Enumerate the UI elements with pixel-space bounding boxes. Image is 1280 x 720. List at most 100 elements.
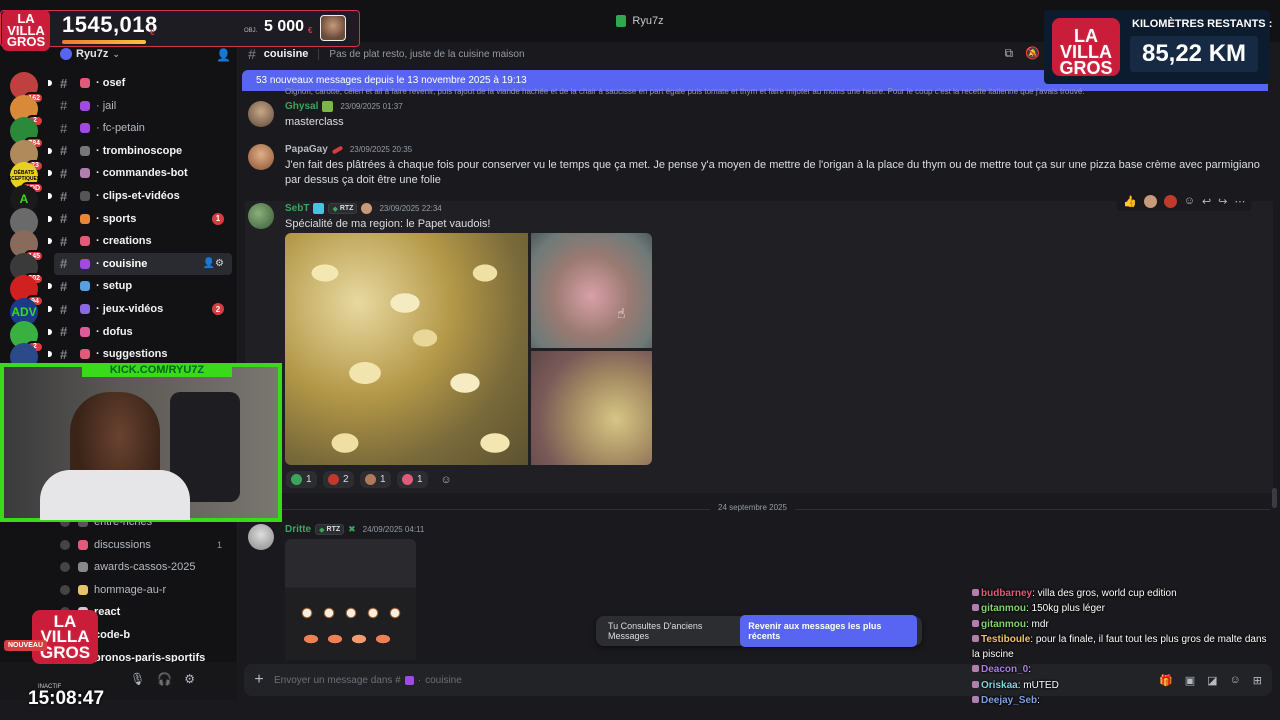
chat-text: : 150kg plus léger [1026, 603, 1105, 615]
hash-icon: # [60, 301, 68, 317]
channel-jail[interactable]: # · jail [54, 95, 232, 117]
chat-badge-icon [972, 619, 979, 627]
microphone-icon[interactable]: 🎙 [130, 672, 145, 686]
hash-icon: # [60, 120, 68, 136]
channel-hommage-au-r[interactable]: hommage-au-r [54, 579, 232, 601]
reaction-pill[interactable]: 2 [323, 471, 354, 488]
username[interactable]: SebT [285, 203, 309, 214]
channel-label: · jeux-vidéos [96, 303, 164, 315]
message-header: Dritte ◆ RTZ ✖ 24/09/2025 04:11 [285, 524, 424, 535]
username[interactable]: Dritte [285, 524, 311, 535]
villa-gros-logo: LA VILLA GROS [1052, 18, 1120, 77]
avatar[interactable] [248, 101, 274, 127]
avatar[interactable] [248, 203, 274, 229]
channel-couisine[interactable]: # · couisine 👤⚙ [54, 252, 232, 275]
headphones-icon[interactable]: 🎧 [157, 672, 172, 686]
goal-label: OBJ. [244, 28, 258, 34]
channel-creations[interactable]: # · creations [48, 230, 232, 252]
forward-icon[interactable]: ↪ [1218, 195, 1227, 208]
invite-icon[interactable]: 👤 [216, 48, 231, 62]
channel-label: hommage-au-r [94, 583, 167, 596]
chat-text: : villa des gros, world cup edition [1032, 588, 1177, 599]
add-reaction-icon[interactable]: ☺ [436, 471, 456, 488]
channel-sports[interactable]: # · sports 1 [48, 208, 232, 230]
streamer-avatar [320, 15, 346, 41]
avatar[interactable] [248, 524, 274, 550]
avatar[interactable] [248, 144, 274, 170]
channel-emoji-icon [404, 675, 414, 685]
hash-icon: # [60, 188, 68, 204]
channel-emoji-icon [80, 123, 90, 134]
threads-icon[interactable]: ⧉ [1004, 46, 1013, 61]
timestamp: 23/09/2025 01:37 [340, 102, 403, 111]
header-toolbar: ⧉ 🔕 [1004, 46, 1040, 61]
channel-osef[interactable]: # · osef [48, 72, 232, 94]
channel-suggestions[interactable]: # · suggestions [48, 343, 232, 365]
channel-label: · jail [96, 99, 117, 112]
channel-title: couisine [263, 48, 309, 60]
channel-emoji-icon [80, 258, 90, 269]
channel-fc-petain[interactable]: # · fc-petain [54, 117, 232, 139]
chat-username: gitanmou [981, 618, 1026, 630]
channel-emoji-icon [80, 281, 90, 292]
chat-text: : mdr [1026, 618, 1049, 630]
app-root: Ryu7z 162278423DÉBATS SCEPTIQUESADDA1456… [0, 0, 1280, 720]
channel-setup[interactable]: # · setup [48, 275, 232, 297]
username[interactable]: Ghysal [285, 101, 318, 112]
channel-emoji-icon [80, 213, 90, 224]
message-header: PapaGay 23/09/2025 20:35 [285, 144, 412, 155]
old-messages-toast: Tu Consultes D'anciens Messages Revenir … [596, 615, 922, 647]
timestamp: 23/09/2025 22:34 [379, 204, 442, 213]
thumbs-up-icon[interactable]: 👍 [1123, 195, 1137, 208]
user-badge-icon [361, 203, 373, 214]
add-reaction-icon[interactable]: ☺ [1184, 195, 1195, 207]
channel-discussions[interactable]: discussions 1 [54, 534, 232, 556]
server-header[interactable]: Ryu7z ⌄ [60, 48, 120, 60]
username[interactable]: PapaGay [285, 144, 328, 155]
scrollbar[interactable] [1272, 488, 1277, 508]
channel-emoji-icon [78, 562, 88, 573]
goal-currency: € [308, 26, 313, 35]
server-rail: 162278423DÉBATS SCEPTIQUESADDA14560294AD… [0, 42, 48, 662]
channel-jeux-vidéos[interactable]: # · jeux-vidéos 2 [48, 298, 232, 320]
chat-line: gitanmou: mdr [972, 617, 1272, 632]
server-tag: ◆ RTZ [315, 524, 345, 535]
mute-icon[interactable]: 🔕 [1025, 46, 1040, 61]
reaction-pill[interactable]: 1 [397, 471, 428, 488]
channel-awards-cassos-2025[interactable]: awards-cassos-2025 [54, 556, 232, 578]
jump-to-present-button[interactable]: Revenir aux messages les plus récents [740, 615, 917, 647]
channel-clips-et-vidéos[interactable]: # · clips-et-vidéos [48, 185, 232, 207]
attachment-image-2[interactable] [531, 233, 652, 348]
chat-line: Oriskaa: mUTED [972, 678, 1272, 693]
hash-icon: # [60, 233, 68, 249]
server-tag: ◆ RTZ [328, 203, 358, 214]
hash-icon: # [60, 143, 68, 159]
cursor-icon: ☝ [617, 305, 626, 321]
reaction-count: 1 [306, 474, 312, 485]
quick-reaction-icon[interactable] [1163, 194, 1177, 208]
chat-badge-icon [972, 680, 979, 688]
message-header: Ghysal 23/09/2025 01:37 [285, 101, 403, 112]
reaction-pill[interactable]: 1 [360, 471, 391, 488]
channel-dofus[interactable]: # · dofus [48, 321, 232, 343]
channel-settings-icon[interactable]: 👤⚙ [203, 258, 224, 269]
message-text: Spécialité de ma region: le Papet vaudoi… [285, 218, 491, 230]
more-icon[interactable]: ⋯ [1234, 195, 1245, 208]
attachment-image-papet[interactable] [285, 233, 528, 465]
chat-badge-icon [972, 634, 979, 642]
user-badge-icon [322, 101, 334, 112]
settings-gear-icon[interactable]: ⚙ [184, 672, 195, 686]
attachment-image-3[interactable] [531, 351, 652, 465]
chevron-down-icon: ⌄ [112, 48, 120, 59]
donation-counter-panel [0, 10, 360, 47]
channel-commandes-bot[interactable]: # · commandes-bot [48, 162, 232, 184]
attachment-image-sushi[interactable] [285, 539, 416, 660]
channel-icon [60, 539, 70, 550]
channel-trombinoscope[interactable]: # · trombinoscope [48, 140, 232, 162]
attach-plus-icon[interactable]: + [244, 671, 274, 689]
reply-icon[interactable]: ↩ [1202, 195, 1211, 208]
reaction-pill[interactable]: 1 [286, 471, 317, 488]
km-label: KILOMÈTRES RESTANTS : [1132, 18, 1273, 30]
quick-reaction-icon[interactable] [1143, 194, 1157, 208]
channel-label: code-b [94, 629, 131, 641]
